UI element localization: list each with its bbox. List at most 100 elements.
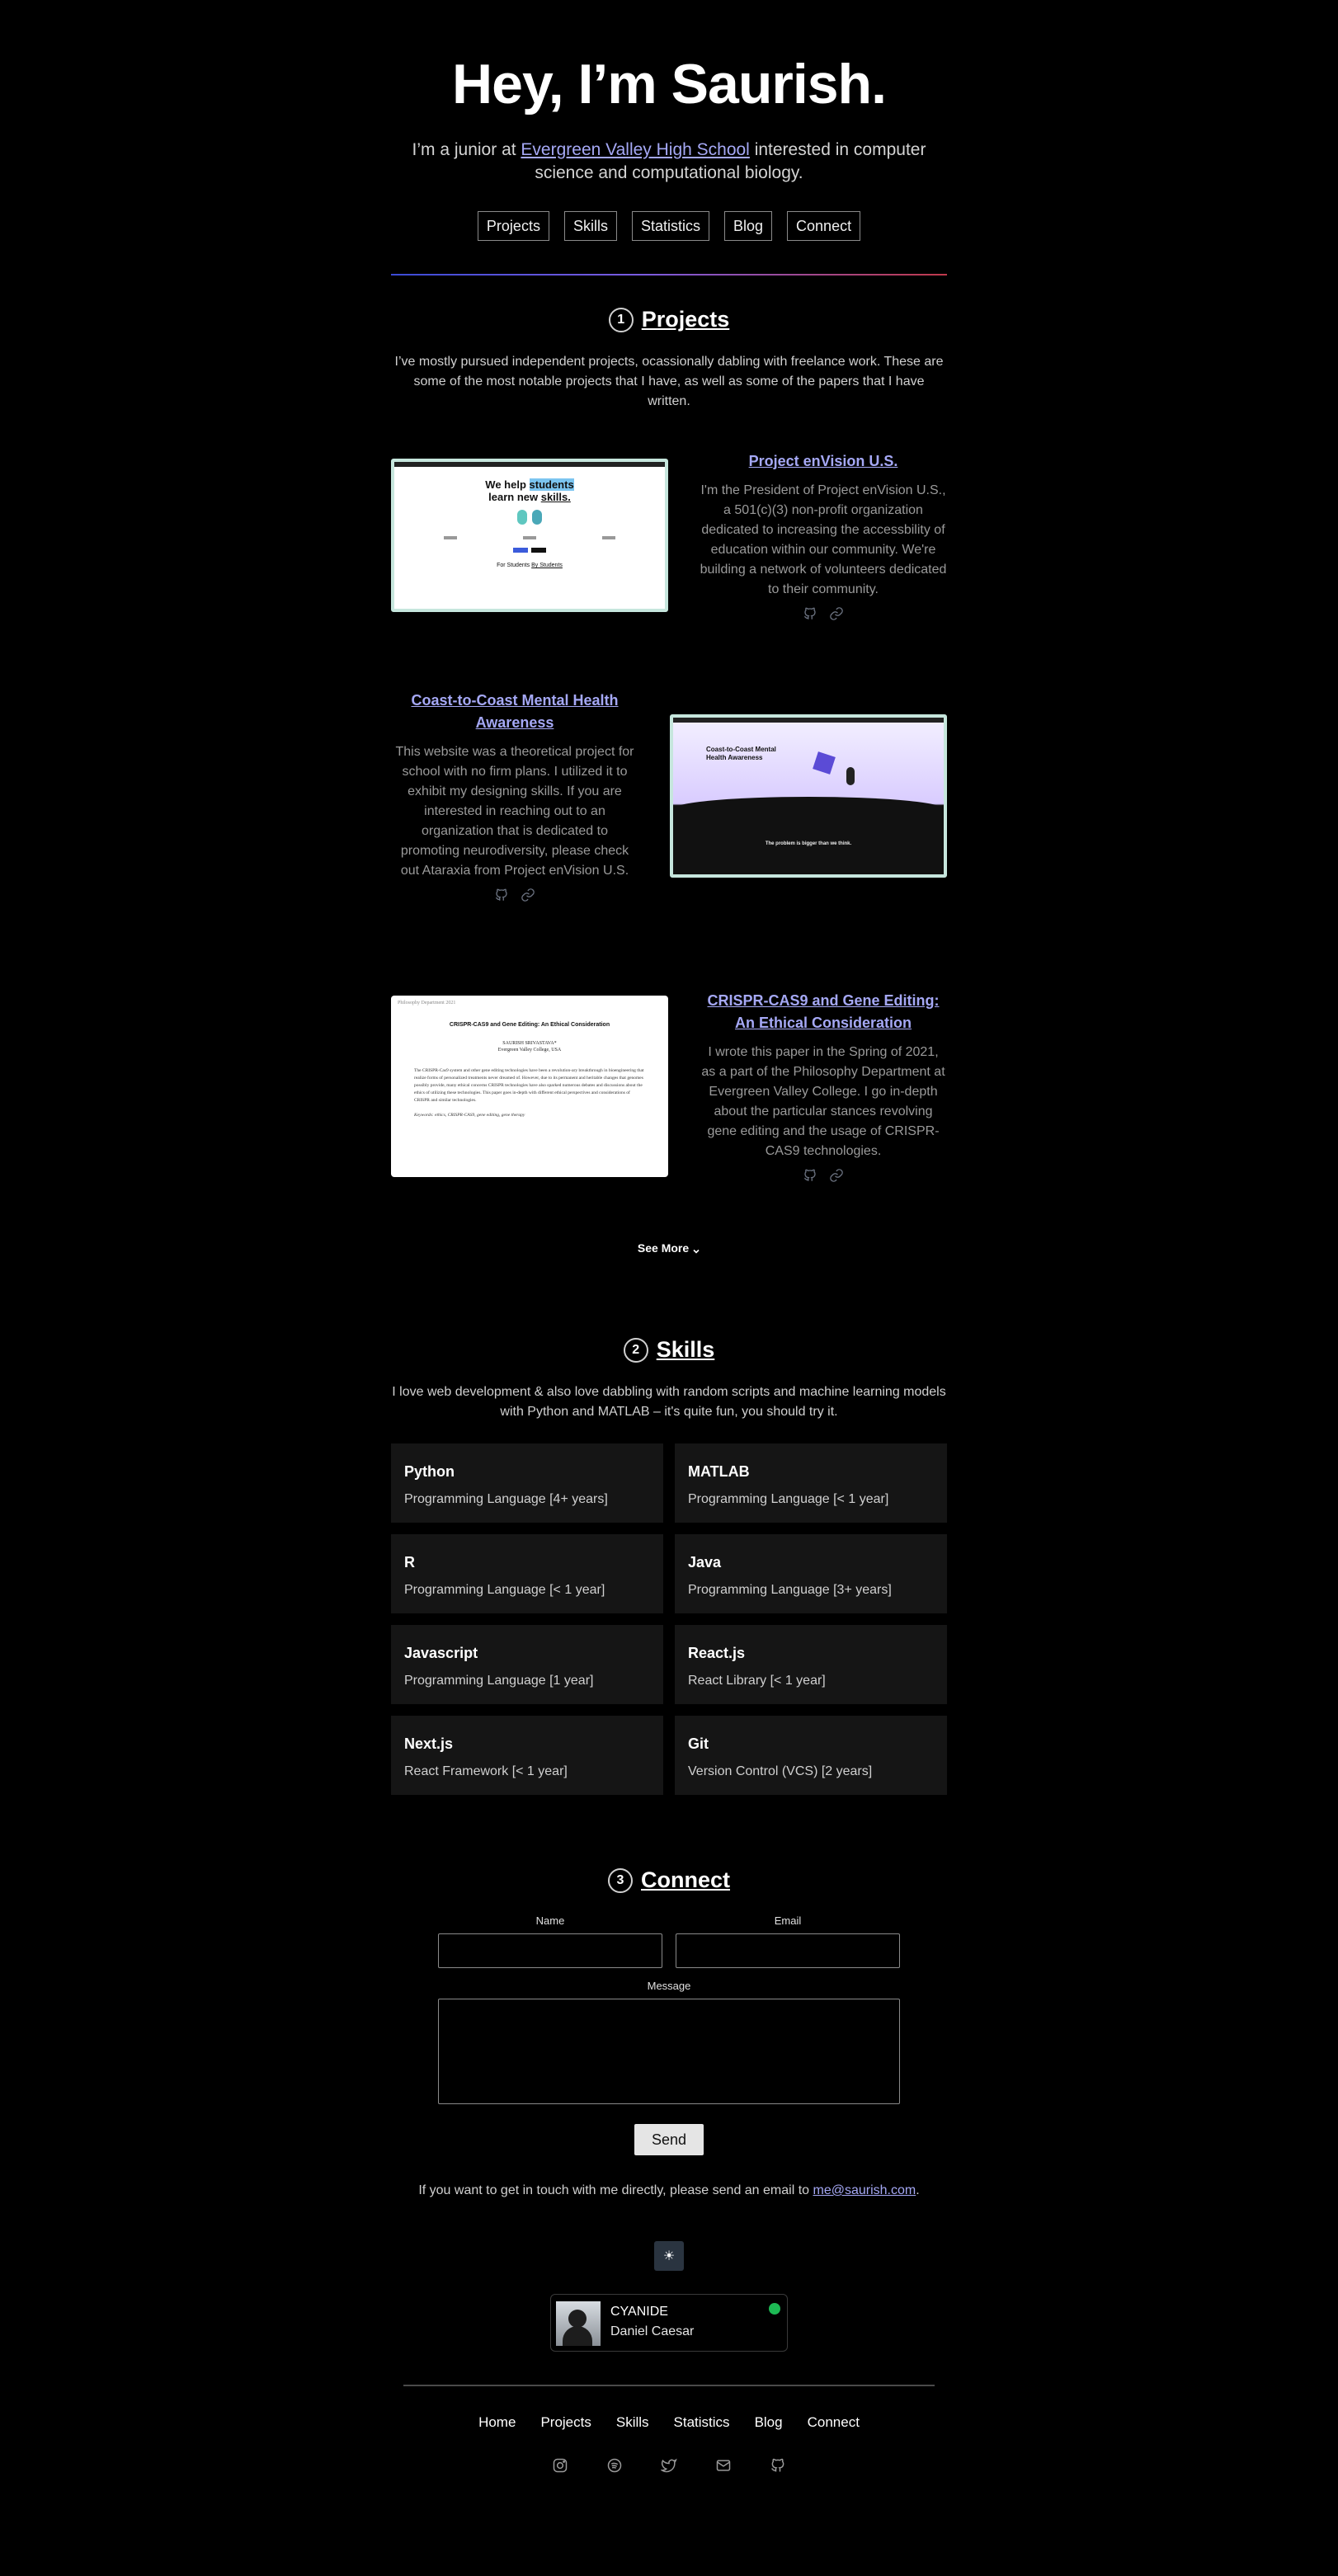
- skills-title[interactable]: Skills: [657, 1337, 715, 1363]
- project-text: Coast-to-Coast Mental Health Awareness T…: [391, 690, 638, 902]
- skill-card: Git Version Control (VCS) [2 years]: [675, 1716, 947, 1795]
- skill-name: Python: [404, 1463, 455, 1480]
- project-screenshot[interactable]: We help students learn new skills. For S…: [391, 459, 668, 612]
- person-illustration-icon: [532, 510, 542, 525]
- screenshot-browser-bar: [673, 718, 944, 723]
- nav-button-projects[interactable]: Projects: [477, 211, 549, 241]
- now-playing-card[interactable]: CYANIDE Daniel Caesar: [550, 2294, 788, 2352]
- project-screenshot[interactable]: Coast-to-Coast Mental Health Awareness T…: [670, 714, 947, 878]
- email-link[interactable]: me@saurish.com: [813, 2183, 916, 2197]
- project-title[interactable]: CRISPR-CAS9 and Gene Editing: An Ethical…: [700, 990, 947, 1034]
- nav-button-connect[interactable]: Connect: [787, 211, 861, 241]
- name-input[interactable]: [438, 1933, 662, 1968]
- project-item: We help students learn new skills. For S…: [391, 436, 947, 634]
- github-icon[interactable]: [803, 606, 817, 621]
- message-textarea[interactable]: [438, 1999, 900, 2104]
- screenshot-headline-a: We help: [485, 478, 530, 491]
- paper-thumbnail[interactable]: Philosophy Department 2021 CRISPR-CAS9 a…: [391, 996, 668, 1177]
- track-name: CYANIDE: [610, 2305, 668, 2319]
- screenshot-headline: Coast-to-Coast Mental Health Awareness: [706, 746, 776, 761]
- project-title[interactable]: Project enVision U.S.: [700, 450, 947, 473]
- github-icon[interactable]: [803, 1168, 817, 1183]
- skill-detail: React Framework [< 1 year]: [404, 1764, 568, 1778]
- skill-name: Next.js: [404, 1735, 454, 1752]
- theme-toggle-row: ☀: [391, 2241, 947, 2271]
- skill-card: React.js React Library [< 1 year]: [675, 1625, 947, 1704]
- footer-link-skills[interactable]: Skills: [616, 2414, 649, 2431]
- project-links: [391, 888, 638, 902]
- twitter-icon[interactable]: [659, 2457, 677, 2474]
- nav-button-statistics[interactable]: Statistics: [631, 211, 709, 241]
- page: Hey, I’m Saurish. I’m a junior at Evergr…: [391, 0, 947, 2474]
- top-nav: Projects Skills Statistics Blog Connect: [391, 211, 947, 241]
- message-label: Message: [647, 1980, 691, 1992]
- screenshot-footer-b: By Students: [531, 563, 563, 568]
- paper-title: CRISPR-CAS9 and Gene Editing: An Ethical…: [449, 1022, 610, 1028]
- skill-card: Next.js React Framework [< 1 year]: [391, 1716, 663, 1795]
- screenshot-illustration: [394, 510, 665, 525]
- github-icon[interactable]: [494, 888, 509, 902]
- email-input[interactable]: [676, 1933, 900, 1968]
- screenshot-banner: The problem is bigger than we think.: [765, 841, 852, 846]
- stat-placeholder: [444, 536, 457, 539]
- mail-icon[interactable]: [715, 2457, 732, 2474]
- email-note-after: .: [916, 2183, 920, 2197]
- social-links: [391, 2457, 947, 2474]
- contact-form: Name Email Message Send: [438, 1914, 900, 2155]
- spotify-icon: [769, 2303, 780, 2315]
- link-icon[interactable]: [829, 606, 844, 621]
- album-art: [556, 2301, 601, 2346]
- intro-before: I’m a junior at: [412, 140, 521, 159]
- email-note: If you want to get in touch with me dire…: [391, 2183, 947, 2198]
- footer-link-home[interactable]: Home: [478, 2414, 516, 2431]
- intro-text: I’m a junior at Evergreen Valley High Sc…: [397, 139, 941, 185]
- screenshot-headline-b: learn new: [488, 491, 541, 503]
- link-icon[interactable]: [829, 1168, 844, 1183]
- name-label: Name: [535, 1914, 565, 1927]
- screenshot-stats: [411, 536, 648, 539]
- skill-name: R: [404, 1554, 415, 1571]
- link-icon[interactable]: [521, 888, 535, 902]
- projects-title[interactable]: Projects: [642, 307, 730, 332]
- connect-title[interactable]: Connect: [641, 1867, 730, 1893]
- footer-link-projects[interactable]: Projects: [540, 2414, 591, 2431]
- project-links: [700, 606, 947, 621]
- theme-toggle-button[interactable]: ☀: [654, 2241, 684, 2271]
- person-illustration-icon: [846, 767, 855, 785]
- email-note-before: If you want to get in touch with me dire…: [418, 2183, 813, 2197]
- project-description: This website was a theoretical project f…: [395, 745, 634, 878]
- screenshot-button: [513, 548, 528, 553]
- skills-grid: Python Programming Language [4+ years] MA…: [391, 1443, 947, 1795]
- screenshot-headline-highlight: students: [529, 478, 574, 491]
- project-title[interactable]: Coast-to-Coast Mental Health Awareness: [391, 690, 638, 734]
- connect-heading: 3 Connect: [391, 1867, 947, 1893]
- footer-link-statistics[interactable]: Statistics: [674, 2414, 730, 2431]
- footer-divider: [403, 2385, 935, 2386]
- person-illustration-icon: [517, 510, 527, 525]
- footer-link-blog[interactable]: Blog: [755, 2414, 783, 2431]
- paper-affiliation: Evergreen Valley College, USA: [497, 1048, 562, 1053]
- projects-heading: 1 Projects: [391, 307, 947, 332]
- album-art-head: [568, 2310, 587, 2328]
- project-item: Coast-to-Coast Mental Health Awareness T…: [391, 680, 947, 911]
- skill-detail: Programming Language [1 year]: [404, 1674, 594, 1688]
- send-button[interactable]: Send: [634, 2124, 704, 2155]
- project-text: CRISPR-CAS9 and Gene Editing: An Ethical…: [700, 990, 947, 1183]
- github-icon[interactable]: [770, 2457, 786, 2474]
- skill-detail: Programming Language [< 1 year]: [688, 1492, 889, 1506]
- skill-detail: Programming Language [4+ years]: [404, 1492, 608, 1506]
- paper-header: Philosophy Department 2021: [398, 1001, 456, 1005]
- project-description: I'm the President of Project enVision U.…: [700, 483, 947, 596]
- screenshot-buttons: [394, 548, 665, 553]
- project-links: [700, 1168, 947, 1183]
- skill-name: MATLAB: [688, 1463, 750, 1480]
- footer-link-connect[interactable]: Connect: [808, 2414, 860, 2431]
- nav-button-blog[interactable]: Blog: [724, 211, 773, 241]
- spotify-icon[interactable]: [606, 2457, 623, 2474]
- see-more-button[interactable]: See More: [391, 1241, 947, 1255]
- nav-button-skills[interactable]: Skills: [563, 211, 617, 241]
- instagram-icon[interactable]: [552, 2457, 568, 2474]
- sun-icon: ☀: [662, 2249, 676, 2263]
- project-text: Project enVision U.S. I'm the President …: [700, 450, 947, 621]
- school-link[interactable]: Evergreen Valley High School: [521, 140, 749, 159]
